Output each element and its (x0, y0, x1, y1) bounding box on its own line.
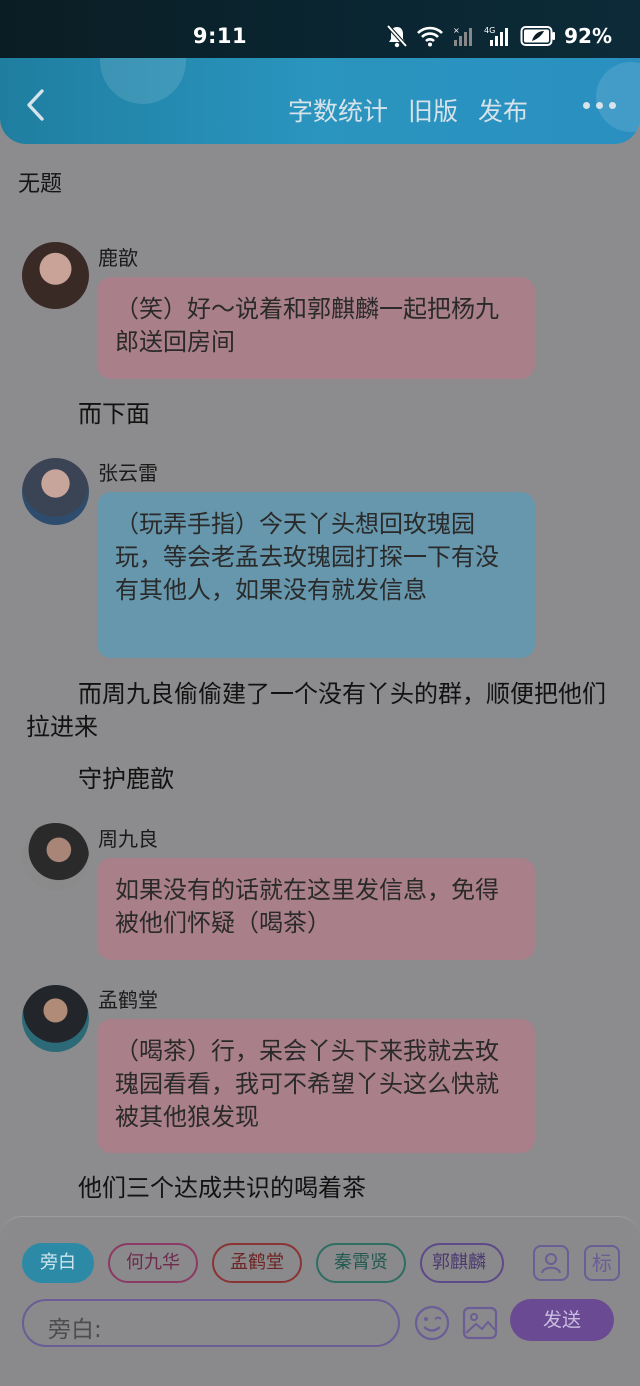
tag-label: 标 (592, 1251, 612, 1275)
status-icons: × 4G 92% (386, 22, 612, 50)
publish-button[interactable]: 发布 (478, 92, 528, 128)
wifi-icon (417, 26, 444, 47)
person-card-icon[interactable] (533, 1245, 569, 1281)
avatar[interactable] (22, 985, 89, 1052)
status-time: 9:11 (192, 24, 248, 48)
editor-header: 字数统计 旧版 发布 (0, 58, 640, 144)
narration-text[interactable]: 守护鹿歆 (26, 763, 618, 796)
role-chip[interactable]: 何九华 (108, 1243, 198, 1283)
speaker-name: 孟鹤堂 (98, 988, 158, 1012)
role-chips: 旁白 何九华 孟鹤堂 秦霄贤 郭麒麟 (22, 1243, 504, 1283)
header-actions: 字数统计 旧版 发布 (288, 92, 528, 128)
narration-text[interactable]: 他们三个达成共识的喝着茶 (26, 1172, 618, 1205)
message-input[interactable]: 旁白: (22, 1299, 400, 1347)
speaker-name: 周九良 (98, 827, 158, 851)
input-placeholder: 旁白: (48, 1317, 102, 1343)
avatar[interactable] (22, 242, 89, 309)
role-chip[interactable]: 孟鹤堂 (212, 1243, 302, 1283)
dialogue-bubble[interactable]: 如果没有的话就在这里发信息，免得被他们怀疑（喝茶） (97, 858, 535, 960)
dialogue-bubble[interactable]: （喝茶）行，呆会丫头下来我就去玫瑰园看看，我可不希望丫头这么快就被其他狼发现 (97, 1019, 535, 1153)
word-count-button[interactable]: 字数统计 (288, 92, 388, 128)
svg-text:4G: 4G (484, 26, 495, 35)
role-chip[interactable]: 秦霄贤 (316, 1243, 406, 1283)
speaker-name: 鹿歆 (98, 246, 138, 270)
narration-text[interactable]: 而下面 (26, 398, 618, 431)
composer-panel: 旁白 何九华 孟鹤堂 秦霄贤 郭麒麟 标 旁白: 发送 (0, 1216, 640, 1386)
image-icon[interactable] (462, 1305, 498, 1341)
document-title[interactable]: 无题 (18, 166, 62, 198)
smiley-icon[interactable] (414, 1305, 450, 1341)
ellipsis-icon[interactable] (583, 102, 616, 109)
chevron-left-icon[interactable] (24, 88, 48, 122)
mute-bell-icon (386, 24, 408, 48)
avatar[interactable] (22, 458, 89, 525)
signal-4g-icon: 4G (484, 26, 509, 46)
battery-icon (520, 26, 556, 46)
signal-1-icon: × (453, 26, 473, 46)
dialogue-bubble[interactable]: （笑）好～说着和郭麒麟一起把杨九郎送回房间 (97, 277, 535, 379)
role-chip[interactable]: 郭麒麟 (420, 1243, 504, 1283)
status-bar: 9:11 × 4G 92% (0, 0, 640, 62)
dialogue-bubble[interactable]: （玩弄手指）今天丫头想回玫瑰园玩，等会老孟去玫瑰园打探一下有没有其他人，如果没有… (97, 492, 535, 658)
role-chip-narration[interactable]: 旁白 (22, 1243, 94, 1283)
speaker-name: 张云雷 (98, 461, 158, 485)
battery-percent: 92% (564, 24, 612, 48)
narration-text[interactable]: 而周九良偷偷建了一个没有丫头的群，顺便把他们拉进来 (26, 678, 618, 744)
tag-button[interactable]: 标 (584, 1245, 620, 1281)
send-button[interactable]: 发送 (510, 1299, 614, 1341)
svg-text:×: × (453, 26, 460, 35)
old-version-button[interactable]: 旧版 (408, 92, 458, 128)
avatar[interactable] (22, 823, 89, 890)
